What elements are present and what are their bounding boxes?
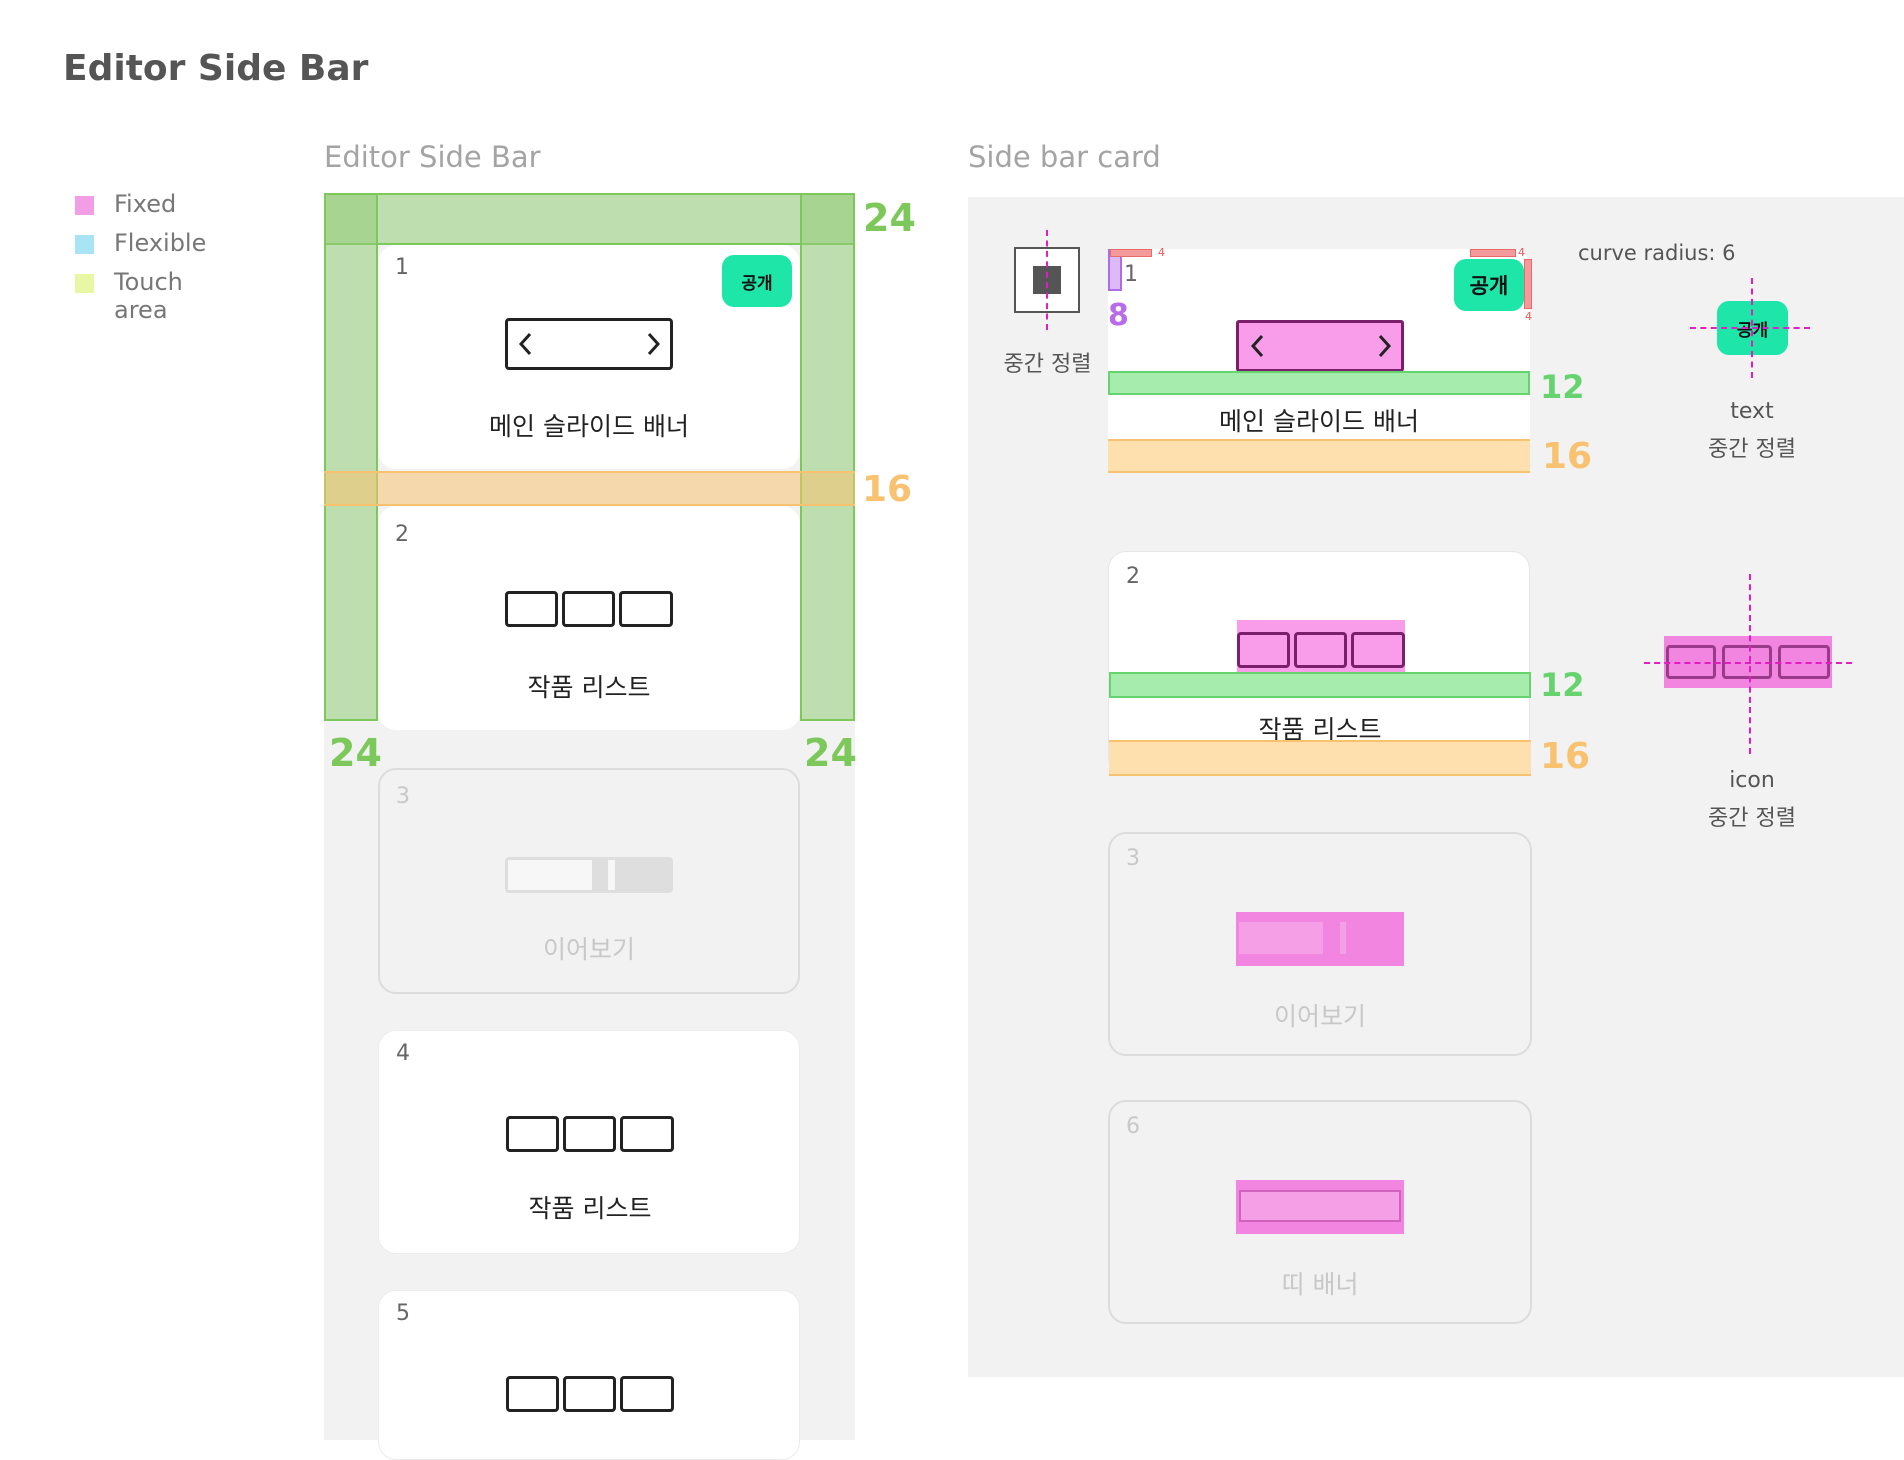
card-number: 2 [395, 522, 409, 547]
legend-label-flexible: Flexible [114, 229, 207, 257]
right-panel-title: Side bar card [968, 140, 1161, 174]
list-icon-box-1 [1237, 632, 1290, 668]
legend-label-fixed: Fixed [114, 190, 177, 218]
legend-swatch-flexible [75, 235, 94, 254]
progress-bar-icon [1236, 912, 1404, 966]
gap-12-area [1109, 672, 1531, 698]
left-card-work-list[interactable]: 2 작품 리스트 [378, 506, 800, 730]
touch-area-left [324, 193, 378, 721]
legend-swatch-touch-area [75, 274, 94, 293]
list-icon-box-3 [619, 591, 673, 627]
left-card-main-slide-banner[interactable]: 1 공개 메인 슬라이드 배너 [378, 245, 800, 469]
icon-note-2: 중간 정렬 [1708, 806, 1796, 831]
icon-guide-horizontal [1644, 662, 1852, 664]
curve-radius-note: curve radius: 6 [1578, 241, 1736, 265]
list-icon-box-2 [1294, 632, 1347, 668]
gap-12-area [1108, 371, 1530, 395]
list-icon-box-3 [620, 1116, 674, 1152]
card-number: 2 [1126, 564, 1140, 589]
progress-bar-handle [608, 860, 615, 890]
card-number: 1 [1124, 262, 1138, 287]
badge-offset-num-1: 4 [1158, 246, 1165, 259]
public-badge[interactable]: 공개 [722, 255, 792, 307]
card-label: 메인 슬라이드 배너 [1219, 407, 1419, 436]
page-title: Editor Side Bar [63, 48, 369, 89]
legend-label-touch-area: Touch area [114, 268, 183, 324]
list-icon-box-1 [506, 1116, 559, 1152]
card-label: 이어보기 [542, 935, 635, 964]
card-number: 4 [396, 1041, 410, 1066]
badge-offset-marker-left [1110, 249, 1152, 257]
card-number: 5 [396, 1301, 410, 1326]
measure-12-b: 12 [1540, 666, 1585, 704]
slide-banner-icon [1236, 320, 1404, 372]
right-card-main-slide-banner[interactable]: 1 공개 메인 슬라이드 배너 [1108, 249, 1530, 473]
chevron-right-icon [647, 332, 661, 356]
badge-offset-num-2: 4 [1518, 246, 1525, 259]
left-panel-title: Editor Side Bar [324, 140, 541, 174]
number-offset-measure: 8 [1108, 298, 1129, 333]
card-label: 이어보기 [1273, 1002, 1366, 1031]
measure-12-a: 12 [1540, 368, 1585, 406]
left-card-5[interactable]: 5 [378, 1290, 800, 1460]
gap-16-area [1108, 439, 1530, 473]
list-icon-box-1 [505, 591, 558, 627]
left-card-work-list-2[interactable]: 4 작품 리스트 [378, 1030, 800, 1254]
progress-bar-track [1239, 922, 1323, 954]
progress-bar-track [508, 860, 592, 890]
list-icon-box-2 [562, 591, 615, 627]
card-number: 3 [396, 784, 410, 809]
strip-banner-icon [1236, 1180, 1404, 1234]
chevron-left-icon [518, 332, 532, 356]
card-label: 작품 리스트 [528, 1194, 652, 1223]
measure-gap: 16 [862, 469, 913, 510]
text-note-2: 중간 정렬 [1708, 437, 1796, 462]
center-align-note: 중간 정렬 [1003, 352, 1092, 377]
progress-bar-handle [1340, 922, 1346, 954]
right-card-work-list[interactable]: 2 작품 리스트 [1108, 551, 1531, 776]
badge-offset-marker-side [1524, 259, 1532, 309]
legend-swatch-fixed [75, 196, 94, 215]
strip-banner-inner [1239, 1190, 1401, 1222]
measure-left: 24 [329, 731, 382, 775]
icon-note: icon [1729, 768, 1775, 793]
card-number: 6 [1126, 1114, 1140, 1139]
list-icon-box-2 [563, 1376, 616, 1412]
gap-area [324, 471, 855, 506]
measure-top: 24 [863, 196, 916, 240]
text-note: text [1730, 399, 1774, 424]
card-number: 3 [1126, 846, 1140, 871]
touch-area-right [800, 193, 855, 721]
list-icon-box-3 [1351, 632, 1405, 668]
list-icon-box-1 [506, 1376, 559, 1412]
chevron-left-icon [1250, 334, 1264, 358]
measure-right: 24 [804, 731, 857, 775]
left-card-continue-watching[interactable]: 3 이어보기 [378, 768, 800, 994]
card-label: 띠 배너 [1281, 1270, 1359, 1299]
right-card-strip-banner[interactable]: 6 띠 배너 [1108, 1100, 1532, 1324]
card-number: 1 [395, 255, 409, 280]
card-label: 작품 리스트 [527, 673, 651, 702]
measure-16-a: 16 [1542, 436, 1593, 477]
progress-bar-icon [505, 857, 673, 893]
text-guide-horizontal [1690, 327, 1810, 329]
badge-offset-num-3: 4 [1525, 310, 1532, 323]
text-guide-vertical [1751, 278, 1753, 378]
guide-line-vertical [1046, 230, 1048, 330]
measure-16-b: 16 [1540, 736, 1591, 777]
public-badge[interactable]: 공개 [1454, 259, 1524, 311]
badge-offset-marker-right [1470, 249, 1516, 257]
list-icon-box-3 [620, 1376, 674, 1412]
slide-banner-icon [505, 318, 673, 370]
touch-area-top [324, 193, 855, 245]
right-card-continue-watching[interactable]: 3 이어보기 [1108, 832, 1532, 1056]
list-icon-box-2 [563, 1116, 616, 1152]
chevron-right-icon [1378, 334, 1392, 358]
icon-guide-vertical [1749, 574, 1751, 754]
gap-16-area [1109, 740, 1531, 776]
card-label: 메인 슬라이드 배너 [489, 412, 689, 441]
